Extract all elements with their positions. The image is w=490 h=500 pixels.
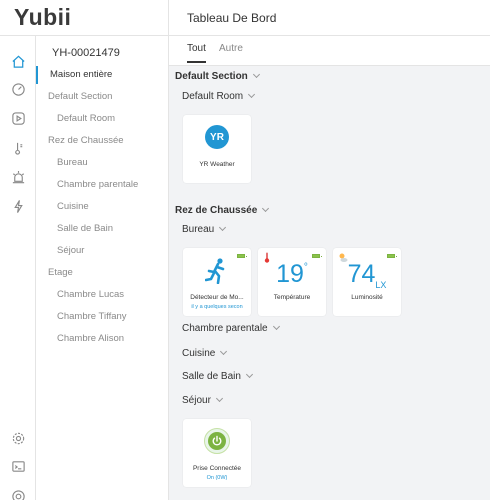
device-card-temperature[interactable]: 19° Température — [258, 248, 326, 316]
running-person-icon — [205, 258, 225, 284]
tab-bar: Tout Autre — [169, 36, 490, 66]
speedometer-icon[interactable] — [9, 80, 27, 98]
alarm-light-icon[interactable] — [9, 168, 27, 186]
luminosity-value: 74LX — [347, 260, 387, 290]
device-card-motion-detector[interactable]: Détecteur de Mo... il y a quelques secon — [183, 248, 251, 316]
device-id: YH-00021479 — [52, 47, 120, 59]
chevron-down-icon — [248, 90, 256, 99]
play-icon[interactable] — [9, 109, 27, 127]
room-title-chambre-parentale[interactable]: Chambre parentale — [182, 322, 280, 334]
yr-weather-icon: YR — [205, 125, 229, 149]
chevron-down-icon — [272, 322, 280, 331]
card-label: Luminosité — [351, 294, 383, 301]
bolt-icon[interactable] — [9, 197, 27, 215]
power-button-icon — [204, 428, 230, 454]
sidebar-item-chambre-tiffany[interactable]: Chambre Tiffany — [36, 308, 168, 326]
dashboard-content: Default Section Default Room YR YR Weath… — [169, 66, 490, 500]
section-title-rez-de-chaussee[interactable]: Rez de Chaussée — [175, 204, 270, 216]
page-title: Tableau De Bord — [187, 11, 277, 25]
header: Tableau De Bord — [169, 0, 490, 36]
logo-bar: Yubii — [0, 0, 169, 36]
sidebar-item-chambre-parentale[interactable]: Chambre parentale — [36, 176, 168, 194]
section-title-default-section[interactable]: Default Section — [175, 70, 260, 82]
card-label: YR Weather — [199, 161, 235, 168]
terminal-icon[interactable] — [9, 457, 27, 475]
settings-icon[interactable] — [9, 429, 27, 447]
sidebar-item-etage[interactable]: Etage — [36, 264, 168, 282]
chevron-down-icon — [219, 223, 227, 232]
sidebar-item-rez-de-chaussee[interactable]: Rez de Chaussée — [36, 132, 168, 150]
sidebar: YH-00021479 Maison entière Default Secti… — [36, 36, 169, 500]
battery-icon — [312, 254, 322, 258]
sidebar-item-bureau[interactable]: Bureau — [36, 154, 168, 172]
room-title-salle-de-bain[interactable]: Salle de Bain — [182, 370, 253, 382]
thermometer-icon[interactable] — [9, 139, 27, 157]
support-icon[interactable] — [9, 487, 27, 500]
room-title-sejour[interactable]: Séjour — [182, 394, 223, 406]
tab-autre[interactable]: Autre — [219, 43, 243, 54]
sidebar-item-default-room[interactable]: Default Room — [36, 110, 168, 128]
battery-icon — [387, 254, 397, 258]
chevron-down-icon — [220, 347, 228, 356]
sidebar-item-chambre-lucas[interactable]: Chambre Lucas — [36, 286, 168, 304]
icon-rail — [0, 36, 36, 500]
chevron-down-icon — [252, 70, 260, 79]
chevron-down-icon — [215, 394, 223, 403]
room-title-bureau[interactable]: Bureau — [182, 223, 227, 235]
card-label: Prise Connectée — [192, 465, 242, 472]
device-card-yr-weather[interactable]: YR YR Weather — [183, 115, 251, 183]
sidebar-item-salle-de-bain[interactable]: Salle de Bain — [36, 220, 168, 238]
tab-tout[interactable]: Tout — [187, 43, 206, 63]
sidebar-item-sejour[interactable]: Séjour — [36, 242, 168, 260]
device-card-luminosity[interactable]: 74LX Luminosité — [333, 248, 401, 316]
card-label: Température — [273, 294, 311, 301]
chevron-down-icon — [245, 370, 253, 379]
device-card-smart-plug[interactable]: Prise Connectée On (0W) — [183, 419, 251, 487]
card-status: On (0W) — [206, 475, 228, 481]
sidebar-item-maison-entiere[interactable]: Maison entière — [36, 66, 168, 84]
card-label: Détecteur de Mo... — [190, 294, 244, 301]
room-title-cuisine[interactable]: Cuisine — [182, 347, 228, 359]
app-logo[interactable]: Yubii — [14, 4, 71, 31]
sidebar-item-chambre-alison[interactable]: Chambre Alison — [36, 330, 168, 348]
room-title-default-room[interactable]: Default Room — [182, 90, 256, 102]
sidebar-item-default-section[interactable]: Default Section — [36, 88, 168, 106]
temperature-value: 19° — [276, 260, 308, 288]
sidebar-item-cuisine[interactable]: Cuisine — [36, 198, 168, 216]
chevron-down-icon — [262, 204, 270, 213]
battery-icon — [237, 254, 247, 258]
card-status: il y a quelques secon — [191, 304, 243, 310]
home-icon[interactable] — [9, 52, 27, 70]
